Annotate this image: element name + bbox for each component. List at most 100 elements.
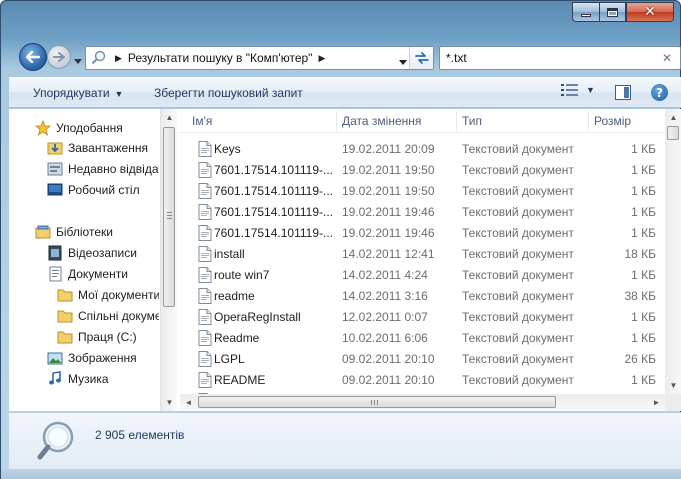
nav-item-downloads[interactable]: Завантаження [47, 138, 148, 158]
table-row[interactable]: route win7 14.02.2011 4:24 Текстовий докум… [180, 265, 666, 286]
address-history-dropdown[interactable] [399, 54, 407, 68]
text-file-icon [198, 351, 212, 370]
nav-item-recent-places[interactable]: Недавно відвідані [47, 159, 159, 179]
nav-item-label: Недавно відвідані [68, 162, 159, 176]
navigation-pane-scrollbar[interactable]: ▲ ▼ [160, 109, 177, 411]
chevron-down-icon: ▼ [586, 85, 595, 95]
file-name[interactable]: Keys [214, 142, 241, 156]
table-row[interactable]: LGPL 09.02.2011 20:10 Текстовий документ 26… [180, 349, 666, 370]
forward-button[interactable] [47, 45, 71, 69]
clear-search-icon[interactable]: ✕ [662, 51, 672, 65]
scroll-right-icon[interactable]: ► [648, 394, 665, 411]
nav-item-label: Мої документи [78, 288, 159, 302]
scrollbar-corner [665, 394, 681, 411]
change-view-button[interactable]: ▼ [561, 84, 595, 96]
refresh-icon [414, 52, 429, 64]
column-date[interactable]: Дата змінення [342, 114, 421, 128]
file-name[interactable]: route win7 [214, 268, 269, 282]
file-size: 1 КБ [631, 184, 656, 198]
file-name[interactable]: 7601.17514.101119-... [214, 205, 333, 219]
breadcrumb[interactable]: Результати пошуку в "Комп'ютер" [128, 51, 313, 65]
text-file-icon [198, 162, 212, 181]
table-row[interactable]: OperaRegInstall 12.02.2011 0:07 Текстовий … [180, 307, 666, 328]
column-divider[interactable] [336, 111, 337, 131]
file-type: Текстовий документ [462, 373, 574, 387]
file-size: 26 КБ [624, 352, 656, 366]
column-divider[interactable] [588, 111, 589, 131]
column-name[interactable]: Ім'я [192, 114, 212, 128]
breadcrumb-separator[interactable]: ▶ [115, 53, 122, 64]
file-date: 12.02.2011 0:07 [342, 310, 428, 324]
nav-item-videos[interactable]: Відеозаписи [47, 243, 137, 263]
nav-item-work-c[interactable]: Праця (C:) [57, 327, 137, 347]
search-input[interactable]: *.txt ✕ [439, 46, 681, 70]
nav-item-documents[interactable]: Документи [47, 264, 128, 284]
file-name[interactable]: 7601.17514.101119-... [214, 184, 333, 198]
file-date: 14.02.2011 12:41 [342, 247, 435, 261]
navigation-pane-scroll-thumb[interactable] [163, 127, 175, 307]
table-row[interactable]: 7601.17514.101119-... 19.02.2011 19:50 Тек… [180, 160, 666, 181]
nav-item-pictures[interactable]: Зображення [47, 348, 137, 368]
organize-button[interactable]: Упорядкувати ▼ [33, 86, 123, 100]
help-button[interactable]: ? [651, 84, 668, 101]
maximize-button[interactable] [599, 2, 626, 22]
breadcrumb-trail-arrow[interactable]: ▶ [318, 53, 325, 64]
refresh-button[interactable] [409, 47, 433, 69]
nav-item-desktop[interactable]: Робочий стіл [47, 180, 140, 200]
downloads-folder-icon [47, 142, 63, 155]
file-name[interactable]: install [214, 247, 245, 261]
nav-item-favorites[interactable]: Уподобання [35, 118, 123, 138]
save-search-button[interactable]: Зберегти пошуковий запит [154, 86, 303, 100]
text-file-icon [198, 141, 212, 160]
scroll-down-icon[interactable]: ▼ [665, 377, 681, 394]
minimize-icon [581, 13, 591, 17]
file-list-horizontal-scrollbar[interactable]: ◄ ► [180, 394, 665, 411]
nav-item-my-documents[interactable]: Мої документи [57, 285, 159, 305]
file-name[interactable]: 7601.17514.101119-... [214, 226, 333, 240]
nav-item-label: Відеозаписи [68, 246, 137, 260]
nav-item-music[interactable]: Музика [47, 369, 109, 389]
title-bar[interactable]: ✕ [1, 1, 680, 39]
file-size: 1 КБ [631, 331, 656, 345]
nav-item-libraries[interactable]: Бібліотеки [35, 222, 113, 242]
scroll-down-icon[interactable]: ▼ [161, 394, 178, 411]
caption-buttons: ✕ [572, 2, 674, 22]
table-row[interactable]: readme 14.02.2011 3:16 Текстовий документ 3… [180, 286, 666, 307]
column-size[interactable]: Розмір [594, 114, 631, 128]
file-name[interactable]: LGPL [214, 352, 245, 366]
table-row[interactable]: 7601.17514.101119-... 19.02.2011 19:50 Тек… [180, 181, 666, 202]
file-size: 1 КБ [631, 163, 656, 177]
file-name[interactable]: README [214, 373, 265, 387]
back-button[interactable] [19, 43, 47, 71]
search-query[interactable]: *.txt [446, 51, 467, 65]
file-list: Ім'я Дата змінення Тип Розмір Keys 19.02.… [180, 109, 681, 411]
nav-item-shared-documents[interactable]: Спільні документи [57, 306, 159, 326]
vertical-scroll-thumb[interactable] [667, 126, 679, 140]
music-icon [49, 371, 61, 385]
address-bar[interactable]: ▶ Результати пошуку в "Комп'ютер" ▶ [85, 46, 434, 70]
close-button[interactable]: ✕ [626, 2, 674, 22]
table-row[interactable]: 7601.17514.101119-... 19.02.2011 19:46 Тек… [180, 223, 666, 244]
file-name[interactable]: OperaRegInstall [214, 310, 301, 324]
file-name[interactable]: Readme [214, 331, 259, 345]
file-name[interactable]: readme [214, 289, 255, 303]
scroll-up-icon[interactable]: ▲ [665, 109, 681, 126]
file-list-vertical-scrollbar[interactable]: ▲ ▼ [665, 109, 681, 394]
preview-pane-button[interactable] [615, 85, 631, 103]
file-size: 1 КБ [631, 205, 656, 219]
horizontal-scroll-thumb[interactable] [198, 396, 556, 408]
table-row[interactable]: Readme 10.02.2011 6:06 Текстовий документ 1… [180, 328, 666, 349]
column-divider[interactable] [456, 111, 457, 131]
recent-pages-button[interactable] [74, 53, 82, 67]
file-size: 1 КБ [631, 373, 656, 387]
scroll-left-icon[interactable]: ◄ [180, 394, 197, 411]
minimize-button[interactable] [572, 2, 599, 22]
table-row[interactable]: 7601.17514.101119-... 19.02.2011 19:46 Тек… [180, 202, 666, 223]
column-type[interactable]: Тип [462, 114, 482, 128]
navigation-pane: Уподобання Завантаження Недавно відвідан… [9, 109, 159, 411]
table-row[interactable]: README 09.02.2011 20:10 Текстовий документ… [180, 370, 666, 391]
table-row[interactable]: Keys 19.02.2011 20:09 Текстовий документ 1 … [180, 139, 666, 160]
table-row[interactable]: install 14.02.2011 12:41 Текстовий докумен… [180, 244, 666, 265]
scroll-up-icon[interactable]: ▲ [161, 109, 178, 126]
file-name[interactable]: 7601.17514.101119-... [214, 163, 333, 177]
